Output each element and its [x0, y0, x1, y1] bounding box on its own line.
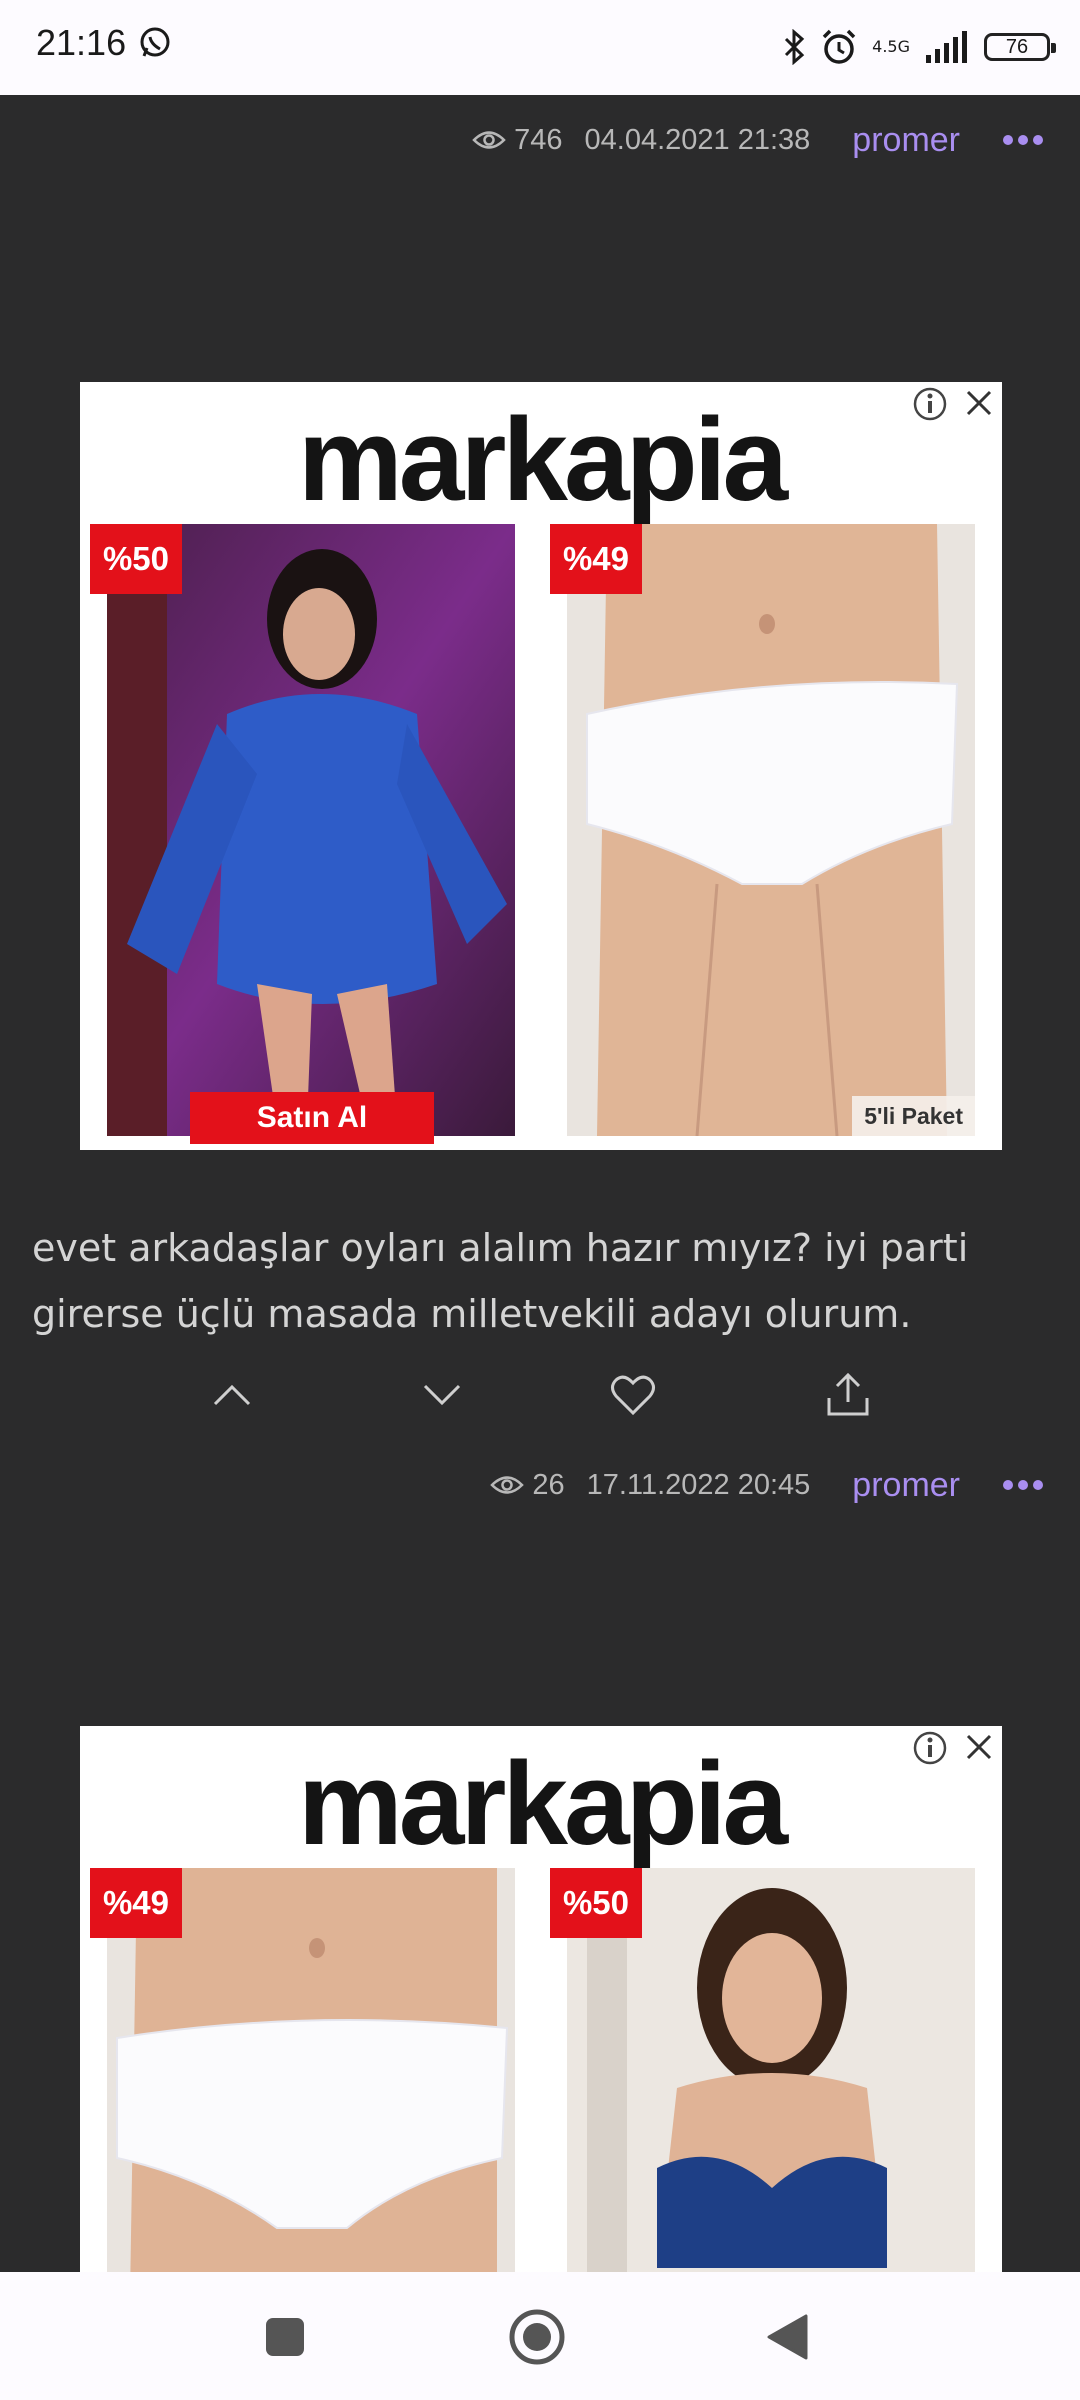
battery-icon: 76	[984, 33, 1056, 61]
ad-brand-logo: markapia	[297, 1738, 788, 1870]
post-date: 17.11.2022 20:45	[586, 1468, 811, 1501]
eye-icon	[472, 131, 506, 149]
robe-product-image	[107, 524, 515, 1136]
ad-product-robe[interactable]	[107, 524, 515, 1136]
status-time: 21:16	[36, 22, 127, 63]
post-text: evet arkadaşlar oyları alalım hazır mıyı…	[32, 1226, 969, 1336]
upvote-button[interactable]	[202, 1365, 262, 1425]
underwear-product-image	[567, 524, 975, 1136]
ad-banner-2[interactable]: markapia %49 %50	[80, 1726, 1002, 2272]
system-nav-bar	[0, 2272, 1080, 2400]
whatsapp-icon	[140, 27, 170, 57]
network-type: 4.5G	[872, 37, 910, 56]
post-actions	[0, 1365, 1080, 1425]
share-button[interactable]	[818, 1365, 878, 1425]
home-button[interactable]	[502, 2302, 572, 2372]
status-icons: 4.5G 76	[782, 22, 1056, 72]
view-count: 26	[532, 1468, 565, 1501]
post-meta-2: 26 17.11.2022 20:45 promer	[490, 1460, 1080, 1510]
back-button[interactable]	[752, 2302, 822, 2372]
heart-icon	[611, 1375, 655, 1416]
chevron-up-icon	[213, 1384, 251, 1406]
more-options-icon[interactable]	[1002, 133, 1044, 147]
ad-close-icon[interactable]	[964, 1732, 994, 1762]
home-circle-icon	[509, 2309, 565, 2365]
discount-badge: %49	[90, 1868, 182, 1938]
author-link[interactable]: promer	[852, 121, 960, 160]
view-count: 746	[514, 123, 563, 156]
bluetooth-icon	[785, 29, 805, 65]
favorite-button[interactable]	[603, 1365, 663, 1425]
ad-brand-logo: markapia	[297, 394, 788, 526]
discount-badge: %50	[90, 524, 182, 594]
post-date: 04.04.2021 21:38	[584, 123, 811, 156]
alarm-icon	[822, 29, 856, 64]
signal-icon	[926, 31, 967, 63]
ad-banner-1[interactable]: markapia %50 Satın Al 5'li Paket %49	[80, 382, 1002, 1150]
ad-product-underwear[interactable]: 5'li Paket	[567, 524, 975, 1136]
chevron-down-icon	[423, 1384, 461, 1406]
post-meta-1: 746 04.04.2021 21:38 promer	[472, 115, 1080, 165]
ad-close-icon[interactable]	[964, 388, 994, 418]
recents-button[interactable]	[250, 2302, 320, 2372]
more-options-icon[interactable]	[1002, 1478, 1044, 1492]
pack-label: 5'li Paket	[852, 1096, 975, 1136]
ad-info-icon[interactable]	[912, 386, 948, 422]
author-link[interactable]: promer	[852, 1466, 960, 1505]
discount-badge: %49	[550, 524, 642, 594]
discount-badge: %50	[550, 1868, 642, 1938]
square-icon	[266, 2318, 304, 2356]
ad-info-icon[interactable]	[912, 1730, 948, 1766]
share-icon	[827, 1372, 869, 1416]
eye-icon	[490, 1476, 525, 1494]
buy-button[interactable]: Satın Al	[190, 1092, 434, 1144]
back-triangle-icon	[767, 2314, 808, 2360]
downvote-button[interactable]	[412, 1365, 472, 1425]
status-bar: 21:16 4.5G 76	[0, 0, 1080, 95]
